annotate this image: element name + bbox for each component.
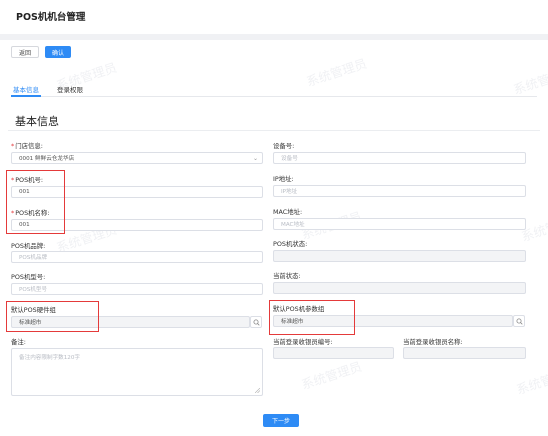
section-divider bbox=[8, 130, 540, 131]
cashier-name-label: 当前登录收银员名称: bbox=[403, 338, 463, 346]
next-button[interactable]: 下一步 bbox=[263, 414, 299, 427]
cashier-no-label: 当前登录收银员编号: bbox=[273, 338, 333, 346]
watermark: 系统管理员 bbox=[511, 63, 548, 98]
tab-basic-info[interactable]: 基本信息 bbox=[13, 84, 39, 94]
brand-label: POS机品牌: bbox=[11, 242, 46, 250]
highlight-box-pos-fields bbox=[6, 170, 65, 234]
current-status-input bbox=[273, 282, 526, 294]
search-icon[interactable] bbox=[250, 316, 262, 328]
confirm-button[interactable]: 确认 bbox=[45, 46, 71, 58]
device-no-input[interactable]: 设备号 bbox=[273, 152, 526, 164]
ip-input[interactable]: IP地址 bbox=[273, 185, 526, 197]
cashier-no-input bbox=[273, 347, 394, 359]
active-tab-indicator bbox=[11, 95, 41, 97]
cashier-name-input bbox=[403, 347, 526, 359]
search-icon[interactable] bbox=[513, 315, 525, 327]
device-no-label: 设备号: bbox=[273, 142, 295, 150]
model-label: POS机型号: bbox=[11, 273, 46, 281]
back-button[interactable]: 返回 bbox=[11, 46, 39, 58]
header-divider bbox=[0, 34, 548, 40]
watermark: 系统管理员 bbox=[514, 363, 548, 398]
highlight-box-hardware-group bbox=[6, 301, 99, 332]
brand-input[interactable]: POS机品牌 bbox=[11, 251, 263, 263]
status-label: POS机状态: bbox=[273, 240, 308, 248]
tabs-divider bbox=[11, 96, 537, 97]
model-input[interactable]: POS机型号 bbox=[11, 283, 263, 295]
remark-textarea[interactable]: 备注内容限制字数120字 bbox=[11, 348, 263, 396]
remark-label: 备注: bbox=[11, 338, 26, 346]
highlight-box-param-group bbox=[269, 300, 355, 335]
watermark: 系统管理员 bbox=[304, 55, 369, 90]
current-status-label: 当前状态: bbox=[273, 272, 301, 280]
required-mark: * bbox=[11, 142, 15, 150]
chevron-down-icon: ⌄ bbox=[252, 155, 258, 162]
mac-input[interactable]: MAC地址 bbox=[273, 218, 526, 230]
store-label: *门店信息: bbox=[11, 142, 43, 150]
page-title: POS机机台管理 bbox=[16, 12, 86, 23]
ip-label: IP地址: bbox=[273, 175, 294, 183]
resize-handle-icon[interactable] bbox=[255, 388, 260, 393]
status-input bbox=[273, 250, 526, 262]
mac-label: MAC地址: bbox=[273, 208, 303, 216]
tab-login-permission[interactable]: 登录权限 bbox=[57, 84, 83, 94]
watermark: 系统管理员 bbox=[299, 358, 364, 393]
store-select[interactable]: 0001 鲜鲜云仓龙华店 ⌄ bbox=[11, 152, 263, 164]
section-title: 基本信息 bbox=[15, 115, 59, 128]
